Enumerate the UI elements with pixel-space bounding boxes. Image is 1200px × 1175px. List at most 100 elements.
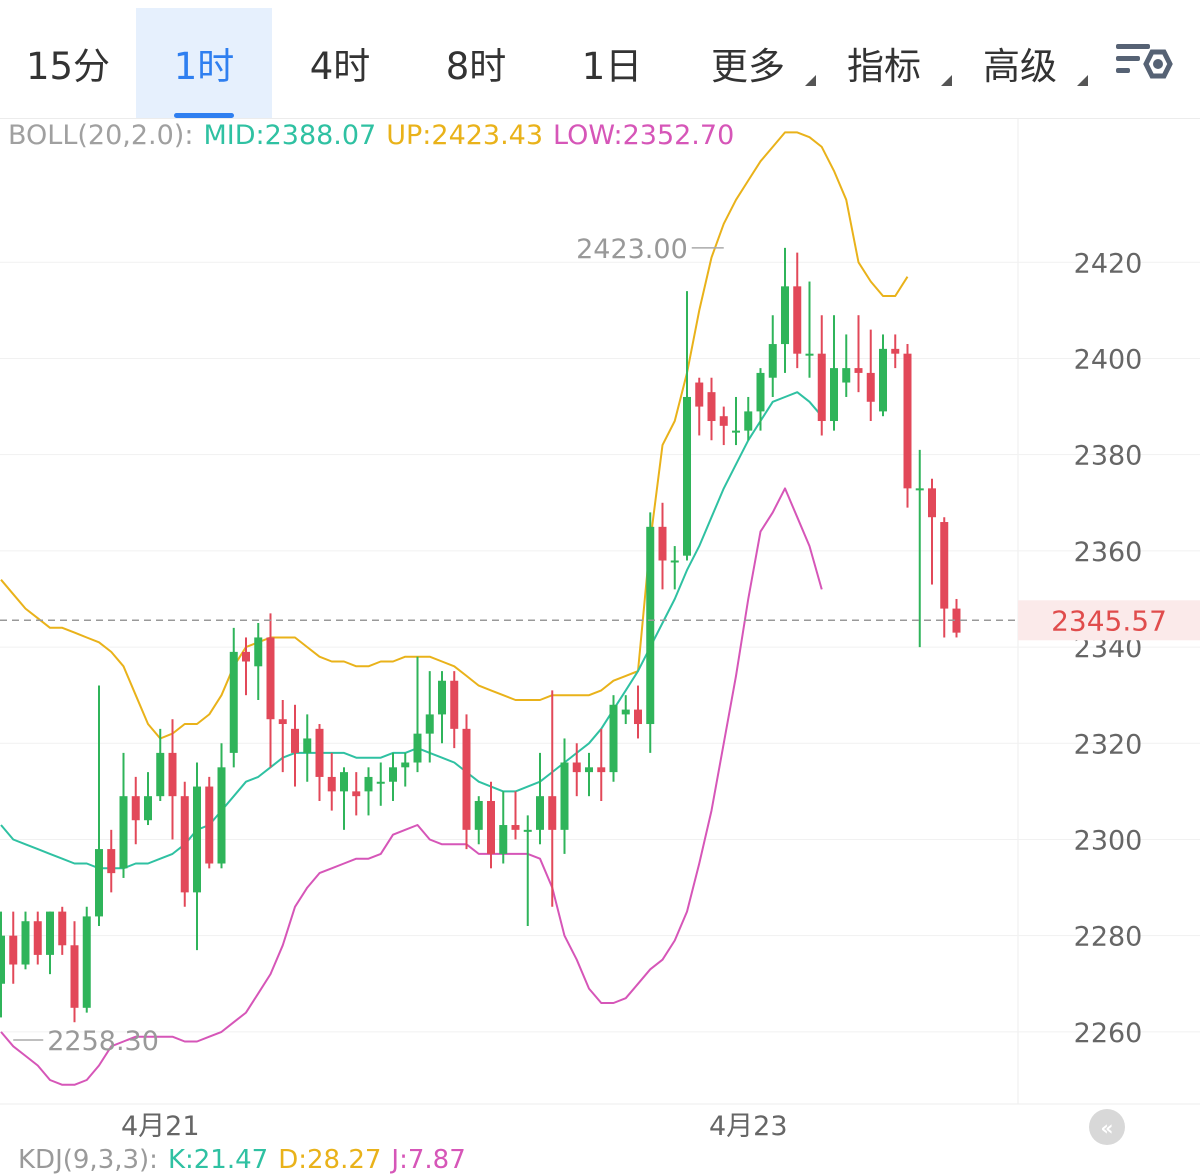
candle-body [499, 825, 508, 854]
y-tick-label: 2300 [1074, 825, 1143, 856]
candle-body [756, 372, 765, 412]
candle-body [70, 945, 79, 1008]
tab-label: 高级 [983, 45, 1057, 88]
tab-label: 1时 [173, 45, 235, 88]
candle-body [817, 353, 826, 422]
candle-body [928, 488, 936, 518]
dropdown-caret-icon [941, 75, 952, 86]
candle-body [291, 728, 299, 753]
boll-legend-mid: MID:2388.07 [203, 120, 377, 151]
y-tick-label: 2320 [1074, 729, 1143, 760]
boll-legend-low: LOW:2352.70 [553, 120, 735, 151]
candle-body [168, 752, 177, 797]
candle-body [695, 382, 704, 407]
candle-body [95, 849, 103, 917]
candle-body [560, 762, 569, 830]
boll-bands [0, 131, 909, 1086]
price-axis: 226022802300232023402360238024002420 [1074, 248, 1143, 1049]
tab-label: 更多 [711, 45, 785, 88]
tab-4[interactable]: 1日 [544, 8, 680, 118]
candle-body [866, 372, 875, 402]
scroll-latest-button[interactable]: « [1089, 1109, 1125, 1145]
tab-0[interactable]: 15分 [0, 8, 136, 118]
x-tick-label: 4月21 [121, 1111, 200, 1142]
candle-body [401, 762, 410, 768]
candle-body [107, 849, 116, 874]
candle-body [707, 392, 716, 422]
candle-body [217, 767, 226, 864]
candle-body [793, 286, 802, 354]
candles [0, 247, 961, 1023]
candle-body [278, 719, 287, 725]
scroll-latest-glyph: « [1101, 1116, 1114, 1140]
candle-body [119, 796, 128, 869]
candle-body [82, 916, 91, 1008]
candle-body [327, 776, 336, 792]
y-tick-label: 2260 [1074, 1018, 1143, 1049]
candle-body [744, 411, 753, 431]
tab-5[interactable]: 更多 [680, 8, 816, 118]
chart-settings-icon[interactable] [1112, 38, 1174, 90]
candle-body [144, 796, 152, 821]
tab-1[interactable]: 1时 [136, 8, 272, 118]
boll-legend-up: UP:2423.43 [386, 120, 544, 151]
candle-body [0, 935, 5, 984]
tab-label: 8时 [445, 45, 507, 88]
candle-body [193, 786, 201, 893]
tab-label: 1日 [581, 45, 643, 88]
candle-body [523, 829, 532, 832]
price-overlay: 2345.57 2423.00 2258.30 [0, 234, 1200, 1057]
candle-body [389, 767, 397, 782]
boll-legend-name: BOLL(20,2.0): [8, 120, 194, 151]
tab-3[interactable]: 8时 [408, 8, 544, 118]
candle-body [131, 796, 140, 821]
candle-body [536, 796, 544, 830]
boll-legend: BOLL(20,2.0): MID:2388.07 UP:2423.43 LOW:23… [8, 120, 744, 151]
candle-body [609, 704, 618, 773]
candle-body [46, 911, 54, 955]
candle-body [670, 560, 679, 563]
x-tick-label: 4月23 [709, 1111, 788, 1142]
candle-body [842, 368, 851, 383]
candle-body [548, 796, 557, 830]
candle-body [585, 767, 593, 773]
candle-body [683, 396, 691, 556]
candle-body [572, 762, 581, 773]
candle-body [597, 767, 606, 773]
y-tick-label: 2280 [1074, 922, 1143, 953]
candle-body [903, 353, 912, 489]
kdj-legend: KDJ(9,3,3): K:21.47 D:28.27 J:7.87 [18, 1145, 476, 1175]
dropdown-caret-icon [805, 75, 816, 86]
candle-body [413, 733, 422, 763]
tab-6[interactable]: 指标 [816, 8, 952, 118]
candle-body [450, 680, 459, 729]
tab-2[interactable]: 4时 [272, 8, 408, 118]
candle-body [180, 796, 189, 893]
tab-label: 15分 [25, 45, 111, 88]
candle-body [352, 791, 361, 797]
candle-body [915, 488, 924, 491]
time-axis: 4月21 4月23 « [121, 1109, 1125, 1145]
tab-label: 指标 [847, 45, 921, 88]
interval-tabs: 15分 1时 4时 8时 1日 更多 指标 高级 [0, 0, 1200, 118]
y-tick-label: 2360 [1074, 537, 1143, 568]
extreme-value-label: 2258.30 [47, 1026, 159, 1057]
candle-body [425, 714, 434, 734]
kdj-legend-name: KDJ(9,3,3): [18, 1145, 158, 1175]
candle-body [438, 680, 446, 715]
tab-7[interactable]: 高级 [952, 8, 1088, 118]
kdj-legend-d: D:28.27 [278, 1145, 382, 1175]
candle-body [376, 781, 385, 784]
current-price-label: 2345.57 [1051, 604, 1167, 637]
candlestick-chart[interactable]: 226022802300232023402360238024002420 234… [0, 0, 1200, 1167]
candle-body [474, 800, 483, 830]
candle-body [9, 935, 18, 965]
kdj-legend-k: K:21.47 [167, 1145, 269, 1175]
candle-body [719, 416, 728, 426]
kdj-legend-j: J:7.87 [391, 1145, 466, 1175]
candle-body [21, 921, 30, 965]
candle-body [315, 728, 324, 777]
candle-body [58, 911, 67, 946]
candle-body [511, 825, 520, 830]
candle-body [854, 368, 863, 373]
